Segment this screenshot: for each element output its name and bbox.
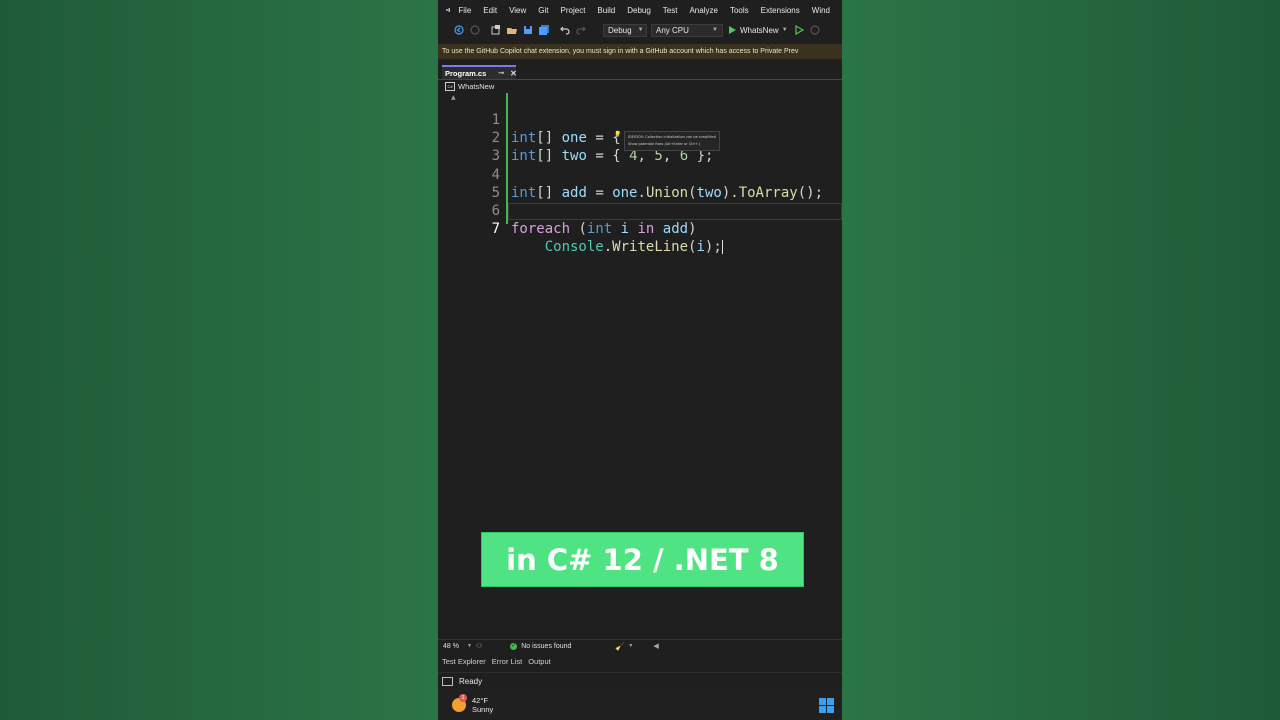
chevron-down-icon: ▼ (781, 27, 788, 33)
close-icon[interactable]: ✕ (510, 69, 517, 78)
menu-test[interactable]: Test (663, 6, 684, 15)
chevron-down-icon: ▼ (712, 27, 718, 33)
save-icon[interactable] (523, 25, 533, 35)
tab-test-explorer[interactable]: Test Explorer (442, 657, 486, 666)
menu-git[interactable]: Git (538, 6, 554, 15)
navigate-back-icon[interactable] (454, 25, 464, 35)
zoom-dropdown[interactable]: 48 % ▼ ⚇ (443, 642, 482, 651)
lightbulb-icon[interactable]: 💡 (614, 131, 621, 138)
tooltip-diagnostic: IDE0300: Collection initialization can b… (628, 135, 716, 139)
scroll-left-icon[interactable]: ◀ (653, 642, 658, 650)
issues-indicator[interactable]: ✓ No issues found (510, 642, 572, 650)
play-icon (729, 26, 736, 34)
solution-configuration-value: Debug (608, 25, 632, 35)
menu-analyze[interactable]: Analyze (689, 6, 723, 15)
standard-toolbar: Debug ▼ Any CPU ▼ WhatsNew ▼ (438, 20, 842, 40)
status-bar: Ready (438, 672, 842, 689)
pin-icon[interactable]: ⊸ (498, 69, 504, 77)
weather-temperature: 42°F (472, 695, 488, 705)
tab-program-cs[interactable]: Program.cs ⊸ ✕ (442, 65, 517, 79)
start-debugging-button[interactable]: WhatsNew ▼ (729, 26, 788, 35)
hot-reload-icon[interactable] (810, 25, 820, 35)
code-editor[interactable]: ▲ 1 int[] one = { 1, 2, 3 }; 2 int[] two… (438, 93, 842, 639)
weather-condition: Sunny (472, 704, 494, 714)
windows-start-icon[interactable] (819, 698, 834, 713)
solution-platform-value: Any CPU (656, 25, 689, 35)
tool-window-tabs: Test Explorer Error List Output (438, 654, 842, 668)
undo-icon[interactable] (560, 25, 570, 35)
open-file-icon[interactable] (507, 25, 517, 35)
chevron-down-icon: ▼ (628, 643, 634, 649)
background-right (842, 0, 1280, 720)
redo-icon[interactable] (576, 25, 586, 35)
issues-label: No issues found (521, 642, 572, 650)
check-icon: ✓ (510, 642, 518, 650)
cleanup-icon[interactable]: 🧹 (615, 642, 625, 651)
save-all-icon[interactable] (539, 25, 549, 35)
visual-studio-logo-icon (446, 8, 451, 12)
csharp-project-icon: C# (445, 81, 455, 91)
solution-configuration-dropdown[interactable]: Debug ▼ (603, 23, 647, 37)
menu-window[interactable]: Wind (812, 6, 836, 15)
chevron-down-icon: ▼ (637, 27, 644, 33)
zoom-level: 48 % (443, 642, 459, 650)
quick-action-tooltip: IDE0300: Collection initialization can b… (624, 131, 720, 151)
menu-debug[interactable]: Debug (627, 6, 657, 15)
code-line: 1 int[] one = { 1, 2, 3 }; (438, 93, 842, 146)
menu-edit[interactable]: Edit (483, 6, 503, 15)
line-number: 7 (491, 221, 500, 237)
tab-error-list[interactable]: Error List (492, 657, 522, 666)
background-left (0, 0, 438, 720)
menu-view[interactable]: View (509, 6, 532, 15)
windows-taskbar: 1 42°F Sunny (438, 689, 842, 720)
menu-tools[interactable]: Tools (730, 6, 755, 15)
code-line: 7 Console.WriteLine(i); (438, 202, 842, 255)
code-line: 5 (438, 166, 842, 201)
menu-build[interactable]: Build (597, 6, 621, 15)
project-dropdown[interactable]: WhatsNew (458, 82, 494, 91)
menu-bar: File Edit View Git Project Build Debug T… (438, 0, 842, 20)
weather-widget[interactable]: 42°F Sunny (472, 696, 493, 714)
solution-platform-dropdown[interactable]: Any CPU ▼ (651, 23, 723, 37)
overlay-banner: in C# 12 / .NET 8 (481, 532, 804, 587)
start-without-debugging-icon[interactable] (794, 25, 804, 35)
visual-studio-window: File Edit View Git Project Build Debug T… (438, 0, 842, 720)
sun-icon[interactable]: 1 (452, 693, 467, 712)
notification-badge: 1 (459, 693, 467, 702)
menu-extensions[interactable]: Extensions (761, 6, 806, 15)
tab-output[interactable]: Output (528, 657, 551, 666)
code-line: 6 foreach (int i in add) (438, 184, 842, 237)
output-window-icon[interactable] (442, 676, 453, 686)
menu-file[interactable]: File (458, 6, 477, 15)
status-ready: Ready (459, 676, 483, 686)
text-caret (721, 240, 723, 254)
new-project-icon[interactable] (491, 25, 501, 35)
run-target-label: WhatsNew (740, 25, 779, 35)
copilot-info-bar: To use the GitHub Copilot chat extension… (438, 44, 842, 59)
document-tab-strip: Program.cs ⊸ ✕ (438, 64, 842, 80)
editor-status-row: 48 % ▼ ⚇ ✓ No issues found 🧹 ▼ ◀ (438, 639, 842, 652)
copilot-icon[interactable]: ⚇ (476, 642, 482, 650)
chevron-down-icon: ▼ (466, 643, 472, 649)
code-line: 2 int[] two = { 4, 5, 6 }; (438, 111, 842, 164)
tooltip-fix-hint[interactable]: Show potential fixes (Alt+Enter or Ctrl+… (628, 141, 716, 148)
tab-filename: Program.cs (445, 68, 487, 78)
navigate-forward-icon[interactable] (470, 25, 480, 35)
menu-project[interactable]: Project (561, 6, 592, 15)
navigation-bar: C# WhatsNew (438, 80, 842, 92)
